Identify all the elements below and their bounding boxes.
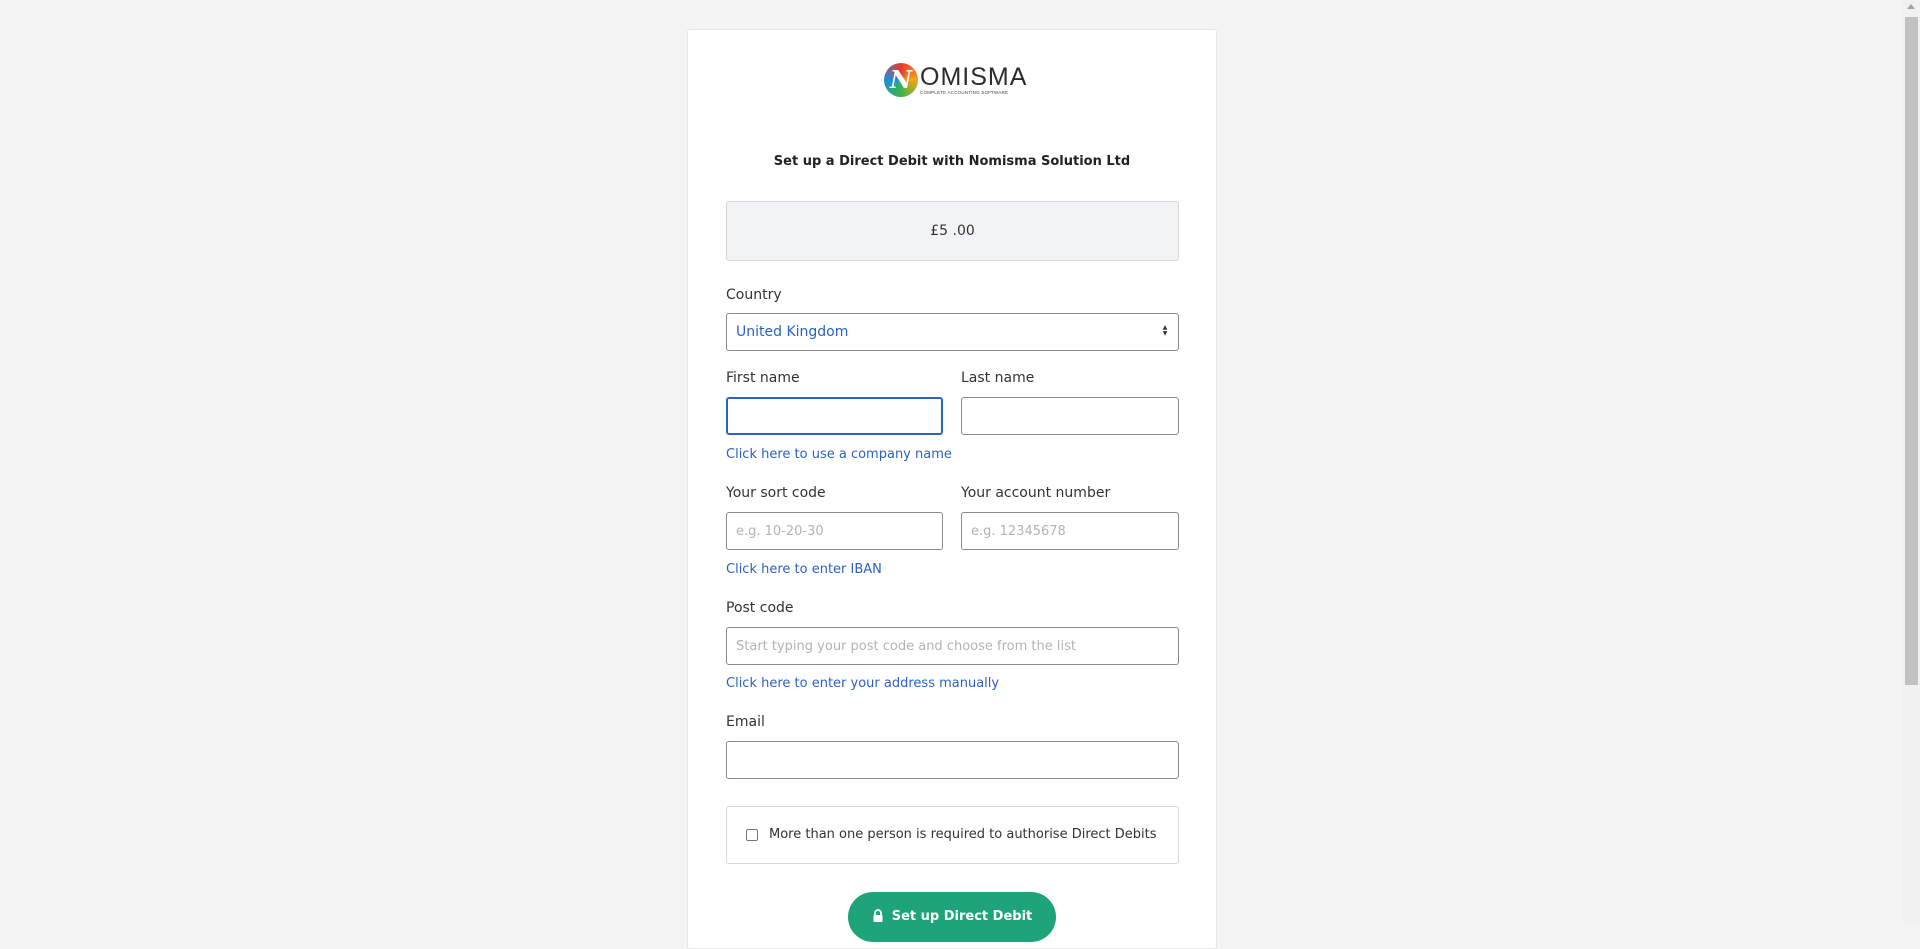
select-arrows-icon: ▲ ▼: [1162, 324, 1168, 337]
post-code-field[interactable]: [726, 627, 1179, 665]
logo-mark-letter: N: [890, 65, 912, 94]
post-code-label: Post code: [726, 600, 794, 616]
amount-display: £5 .00: [726, 201, 1179, 261]
country-label: Country: [726, 287, 782, 303]
page-title: Set up a Direct Debit with Nomisma Solut…: [773, 154, 1131, 169]
scroll-up-arrow-icon[interactable]: [1907, 4, 1915, 9]
manual-address-link[interactable]: Click here to enter your address manuall…: [726, 676, 999, 691]
email-field[interactable]: [726, 741, 1179, 779]
nomisma-logo: N OMISMA COMPLETE ACCOUNTING SOFTWARE: [884, 61, 1026, 99]
logo-word: OMISMA: [920, 62, 1028, 91]
logo-mark-icon: N: [884, 63, 918, 97]
multi-authoriser-checkbox[interactable]: [746, 829, 758, 841]
account-number-label: Your account number: [961, 485, 1111, 501]
company-name-link[interactable]: Click here to use a company name: [726, 447, 952, 462]
sort-code-label: Your sort code: [726, 485, 826, 501]
direct-debit-card: N OMISMA COMPLETE ACCOUNTING SOFTWARE Se…: [687, 29, 1217, 949]
multi-authoriser-label[interactable]: More than one person is required to auth…: [769, 827, 1157, 842]
country-selected-value: United Kingdom: [736, 324, 849, 340]
setup-direct-debit-button[interactable]: Set up Direct Debit: [848, 892, 1056, 942]
iban-link[interactable]: Click here to enter IBAN: [726, 562, 882, 577]
lock-icon: [873, 909, 883, 922]
multi-authoriser-box: More than one person is required to auth…: [726, 806, 1179, 864]
scroll-thumb[interactable]: [1905, 17, 1918, 685]
sort-code-field[interactable]: [726, 512, 943, 550]
first-name-label: First name: [726, 370, 800, 386]
page-scrollbar[interactable]: [1903, 0, 1920, 925]
last-name-field[interactable]: [961, 397, 1179, 435]
email-label: Email: [726, 714, 765, 730]
account-number-field[interactable]: [961, 512, 1179, 550]
country-select[interactable]: United Kingdom ▲ ▼: [726, 313, 1179, 351]
last-name-label: Last name: [961, 370, 1035, 386]
setup-direct-debit-label: Set up Direct Debit: [891, 909, 1033, 924]
logo-tagline: COMPLETE ACCOUNTING SOFTWARE: [920, 89, 1009, 95]
first-name-field[interactable]: [726, 397, 943, 435]
